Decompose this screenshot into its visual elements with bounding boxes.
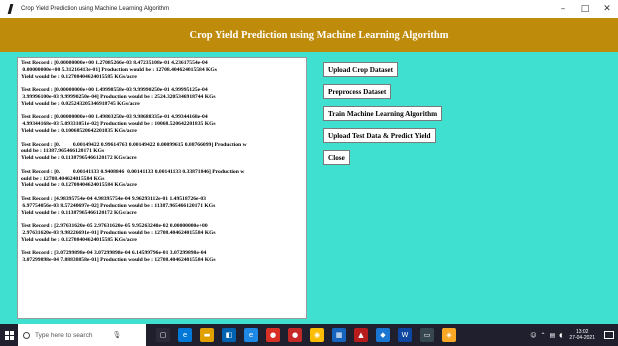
test-record: Test Record : [0.00000000e+00 1.49998558…: [21, 87, 216, 107]
maximize-button[interactable]: □: [574, 0, 596, 18]
upload-test-predict-button[interactable]: Upload Test Data & Predict Yield: [323, 128, 436, 143]
test-record: Test Record : [2.97631620e-05 2.97631620…: [21, 223, 216, 243]
volume-icon[interactable]: ◖: [559, 332, 562, 339]
app-gray-icon[interactable]: ▭: [420, 328, 434, 342]
close-window-button[interactable]: ✕: [596, 0, 618, 18]
output-text-area[interactable]: Test Record : [0.00000000e+00 1.27085266…: [17, 57, 307, 319]
microphone-icon[interactable]: 🎙: [112, 331, 122, 339]
notification-icon[interactable]: [604, 331, 614, 339]
system-tray: ☺ ⌃ ▤ ◖ 13:02 27-04-2021: [528, 324, 614, 346]
app-red-icon[interactable]: ●: [266, 328, 280, 342]
window-controls: – □ ✕: [552, 0, 618, 18]
taskbar-search[interactable]: Type here to search 🎙: [18, 324, 146, 346]
ie-icon[interactable]: e: [244, 328, 258, 342]
taskbar: Type here to search 🎙 ▢ e ▬ ◧ e ● ● ◉ ▦ …: [0, 324, 618, 346]
window-titlebar: Crop Yield Prediction using Machine Lear…: [0, 0, 618, 18]
word-icon[interactable]: W: [398, 328, 412, 342]
app-blue2-icon[interactable]: ◆: [376, 328, 390, 342]
close-button[interactable]: Close: [323, 150, 350, 165]
window-title: Crop Yield Prediction using Machine Lear…: [21, 6, 170, 12]
page-title: Crop Yield Prediction using Machine Lear…: [189, 29, 449, 41]
app-red3-icon[interactable]: ▲: [354, 328, 368, 342]
upload-crop-dataset-button[interactable]: Upload Crop Dataset: [323, 62, 398, 77]
search-icon: [23, 331, 30, 339]
file-explorer-icon[interactable]: ▬: [200, 328, 214, 342]
clock-date: 27-04-2021: [569, 335, 595, 341]
test-record: Test Record : [0.00000000e+00 1.27085266…: [21, 60, 217, 80]
network-icon[interactable]: ▤: [550, 332, 556, 339]
task-view-icon[interactable]: ▢: [156, 328, 170, 342]
start-button[interactable]: [0, 324, 18, 346]
test-record: Test Record : [0. 0.00141133 0.9408846 0…: [21, 168, 245, 189]
windows-logo-icon: [4, 330, 14, 340]
main-panel: Test Record : [0.00000000e+00 1.27085266…: [0, 52, 618, 324]
app-blue-icon[interactable]: ▦: [332, 328, 346, 342]
test-record: Test Record : [3.07299898e-04 3.07299898…: [21, 250, 216, 264]
search-placeholder: Type here to search: [35, 331, 93, 339]
preprocess-dataset-button[interactable]: Preprocess Dataset: [323, 84, 392, 99]
header-banner: Crop Yield Prediction using Machine Lear…: [0, 18, 618, 52]
store-icon[interactable]: ◧: [222, 328, 236, 342]
app-red2-icon[interactable]: ●: [288, 328, 302, 342]
chrome-icon[interactable]: ◉: [310, 328, 324, 342]
test-record: Test Record : [0.00000000e+00 1.49803250…: [21, 114, 216, 134]
minimize-button[interactable]: –: [552, 0, 574, 18]
test-record: Test Record : [0. 0.00149422 0.99614763 …: [21, 141, 247, 162]
edge-icon[interactable]: e: [178, 328, 192, 342]
people-icon[interactable]: ☺: [530, 332, 536, 339]
test-record: Test Record : [4.98395754e-04 4.98395754…: [21, 195, 216, 216]
train-algorithm-button[interactable]: Train Machine Learning Algorithm: [323, 106, 443, 121]
python-icon[interactable]: ◈: [442, 328, 456, 342]
chevron-up-icon[interactable]: ⌃: [541, 332, 546, 339]
clock[interactable]: 13:02 27-04-2021: [569, 329, 595, 341]
feather-icon: [6, 4, 16, 14]
